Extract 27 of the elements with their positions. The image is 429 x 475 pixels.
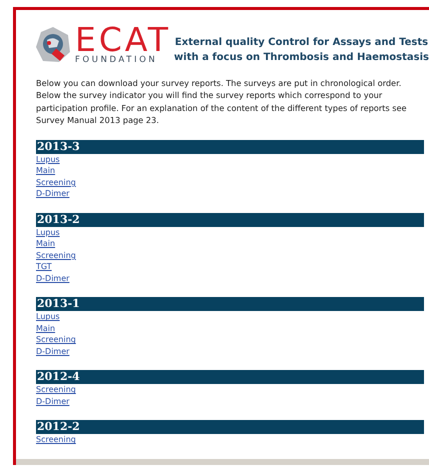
report-link[interactable]: Screening: [36, 384, 76, 396]
report-link[interactable]: Screening: [36, 434, 76, 446]
report-link[interactable]: Screening: [36, 334, 76, 346]
report-link[interactable]: Screening: [36, 250, 76, 262]
survey-heading: 2012-2: [36, 420, 424, 434]
report-link[interactable]: D-Dimer: [36, 188, 70, 200]
report-link[interactable]: Screening: [36, 176, 76, 188]
logo-icon: [33, 24, 73, 65]
report-link[interactable]: Lupus: [36, 226, 60, 238]
survey-heading: 2012-4: [36, 370, 424, 384]
report-link[interactable]: Main: [36, 238, 56, 250]
report-link[interactable]: D-Dimer: [36, 272, 70, 284]
survey-heading: 2013-3: [36, 140, 424, 154]
logo-wordmark: ECAT: [75, 24, 172, 55]
report-link[interactable]: Lupus: [36, 154, 60, 166]
tagline-text: with a focus on Thrombosis and Haemostasis: [174, 50, 429, 65]
logo-subtitle: FOUNDATION: [75, 54, 158, 65]
report-link[interactable]: Main: [36, 165, 56, 177]
report-link[interactable]: TGT: [36, 261, 52, 273]
survey-heading: 2013-2: [36, 212, 424, 227]
tagline-text: External quality Control for Assays and Tests: [174, 36, 429, 50]
report-link[interactable]: D-Dimer: [36, 346, 70, 358]
report-link[interactable]: Main: [36, 322, 56, 334]
survey-heading: 2013-1: [36, 297, 424, 312]
report-link[interactable]: D-Dimer: [36, 396, 70, 408]
intro-paragraph: Below you can download your survey reports. The surveys are put in chronological order. Below the survey indicator you will find the survey reports which correspond to your participation profile. For an explanation of the content of the different types of reports see Survey Manual 2013 page 23.: [36, 77, 408, 126]
report-link[interactable]: Lupus: [36, 311, 60, 323]
